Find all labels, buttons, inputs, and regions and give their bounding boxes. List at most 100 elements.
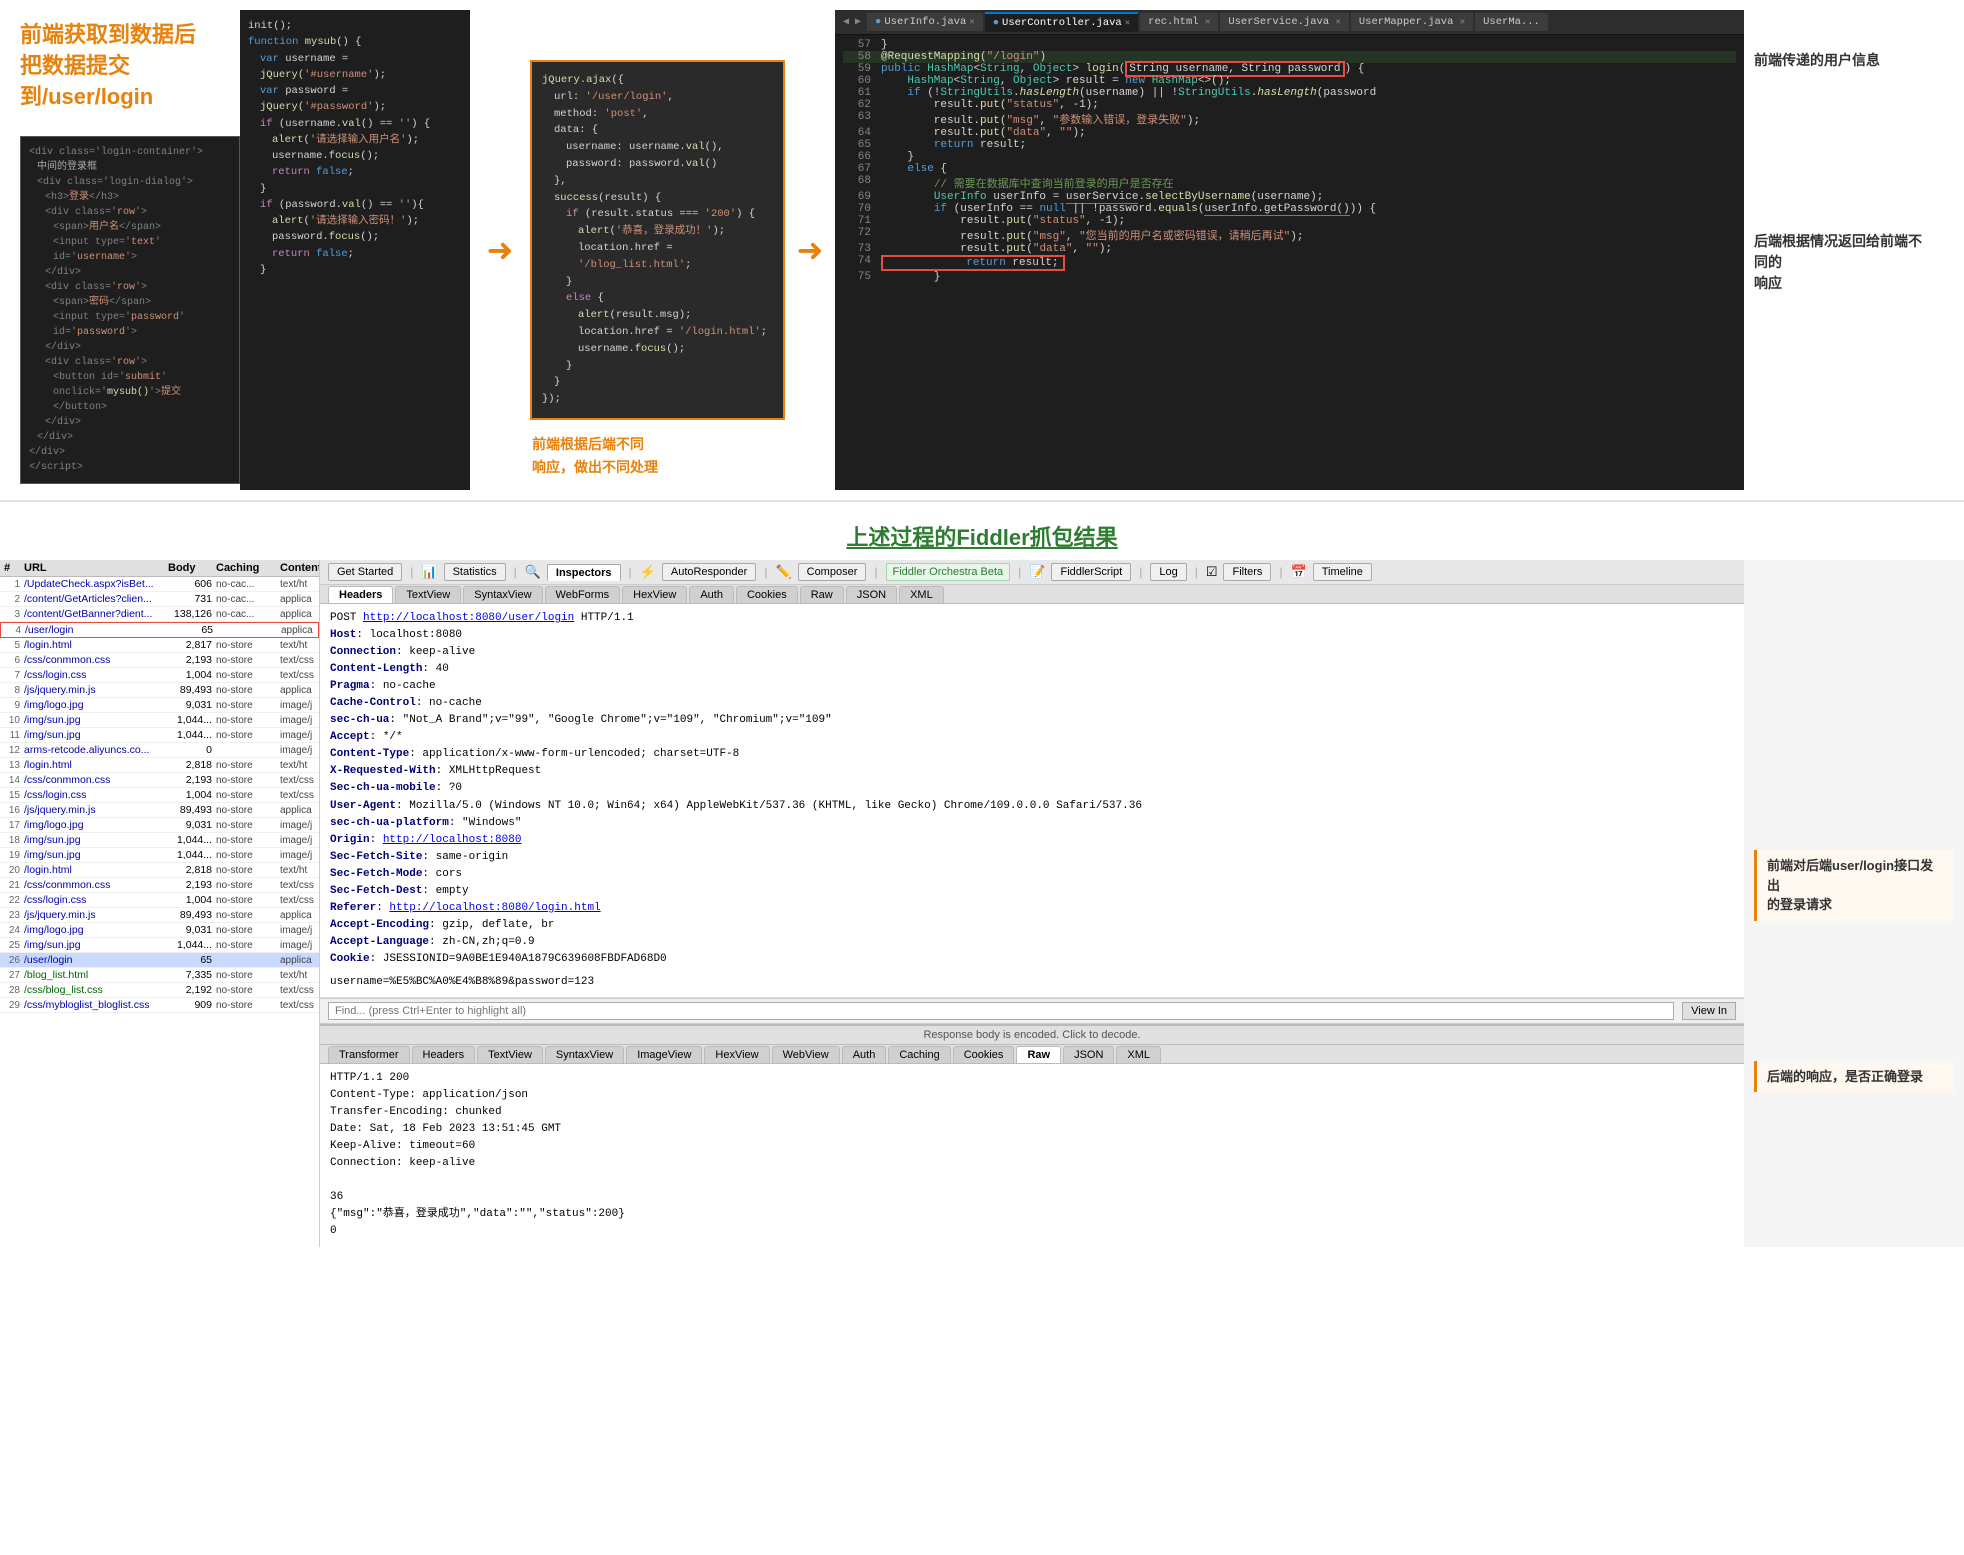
list-item[interactable]: 8 /js/jquery.min.js 89,493 no-store appl…	[0, 683, 319, 698]
list-item[interactable]: 12 arms-retcode.aliyuncs.co... 0 image/j	[0, 743, 319, 758]
left-annotation-title: 前端获取到数据后 把数据提交 到/user/login	[20, 20, 240, 112]
header-sec-ch-ua-mobile: Sec-ch-ua-mobile: ?0	[330, 780, 1734, 797]
right-ann-2: 后端根据情况返回给前端不同的 响应	[1754, 231, 1934, 294]
tab-syntaxview[interactable]: SyntaxView	[463, 586, 542, 603]
resp-tab-auth[interactable]: Auth	[842, 1046, 887, 1063]
list-item[interactable]: 20 /login.html 2,818 no-store text/ht	[0, 863, 319, 878]
tab-xml[interactable]: XML	[899, 586, 944, 603]
list-item[interactable]: 28 /css/blog_list.css 2,192 no-store tex…	[0, 983, 319, 998]
request-url-link[interactable]: http://localhost:8080/user/login	[363, 612, 574, 624]
tab-userinfo[interactable]: ● UserInfo.java ✕	[867, 13, 983, 31]
java-code-panel: ◀ ▶ ● UserInfo.java ✕ ● UserController.j…	[835, 10, 1744, 490]
header-origin: Origin: http://localhost:8080	[330, 832, 1734, 849]
list-item[interactable]: 10 /img/sun.jpg 1,044... no-store image/…	[0, 713, 319, 728]
fiddler-section: # URL Body Caching Content-T... 1 /Updat…	[0, 560, 1964, 1247]
resp-tab-imageview[interactable]: ImageView	[626, 1046, 702, 1063]
resp-line-content-type: Content-Type: application/json	[330, 1087, 1734, 1104]
list-item[interactable]: 21 /css/conmmon.css 2,193 no-store text/…	[0, 878, 319, 893]
tab-hexview[interactable]: HexView	[622, 586, 687, 603]
list-item[interactable]: 4 /user/login 65 applica	[0, 622, 319, 638]
list-item[interactable]: 1 /UpdateCheck.aspx?isBet... 606 no-cac.…	[0, 577, 319, 592]
resp-tab-json[interactable]: JSON	[1063, 1046, 1114, 1063]
left-code-panel: init(); function mysub() { var username …	[240, 10, 470, 490]
resp-tab-caching[interactable]: Caching	[888, 1046, 950, 1063]
list-item[interactable]: 11 /img/sun.jpg 1,044... no-store image/…	[0, 728, 319, 743]
fiddler-request-annotation: 前端对后端user/login接口发出 的登录请求	[1754, 850, 1954, 921]
referer-link[interactable]: http://localhost:8080/login.html	[389, 902, 600, 914]
resp-tab-raw[interactable]: Raw	[1016, 1046, 1061, 1063]
list-item[interactable]: 7 /css/login.css 1,004 no-store text/css	[0, 668, 319, 683]
tab-raw[interactable]: Raw	[800, 586, 844, 603]
resp-tab-xml[interactable]: XML	[1116, 1046, 1161, 1063]
right-ann-1: 前端传递的用户信息	[1754, 50, 1934, 71]
tab-webforms[interactable]: WebForms	[545, 586, 621, 603]
resp-tab-hexview[interactable]: HexView	[704, 1046, 769, 1063]
jquery-ajax-code-panel: jQuery.ajax({ url: '/user/login', method…	[530, 60, 785, 420]
list-item[interactable]: 24 /img/logo.jpg 9,031 no-store image/j	[0, 923, 319, 938]
header-sec-fetch-dest: Sec-Fetch-Dest: empty	[330, 883, 1734, 900]
resp-line-transfer-encoding: Transfer-Encoding: chunked	[330, 1104, 1734, 1121]
view-in-button[interactable]: View In	[1682, 1002, 1736, 1020]
tab-userma[interactable]: UserMa...	[1475, 13, 1548, 31]
fiddler-script-btn[interactable]: FiddlerScript	[1051, 563, 1131, 581]
origin-link[interactable]: http://localhost:8080	[383, 834, 522, 846]
request-first-line: POST http://localhost:8080/user/login HT…	[330, 610, 1734, 627]
list-item[interactable]: 16 /js/jquery.min.js 89,493 no-store app…	[0, 803, 319, 818]
tab-usermapper[interactable]: UserMapper.java ✕	[1351, 13, 1473, 31]
list-item[interactable]: 5 /login.html 2,817 no-store text/ht	[0, 638, 319, 653]
autoresponder-btn[interactable]: AutoResponder	[662, 563, 756, 581]
tab-cookies[interactable]: Cookies	[736, 586, 798, 603]
tab-auth[interactable]: Auth	[689, 586, 734, 603]
list-item[interactable]: 9 /img/logo.jpg 9,031 no-store image/j	[0, 698, 319, 713]
list-item[interactable]: 13 /login.html 2,818 no-store text/ht	[0, 758, 319, 773]
tab-headers[interactable]: Headers	[328, 586, 393, 603]
header-connection: Connection: keep-alive	[330, 644, 1734, 661]
filters-icon: ☑	[1206, 564, 1218, 580]
list-item[interactable]: 23 /js/jquery.min.js 89,493 no-store app…	[0, 908, 319, 923]
tab-usercontroller[interactable]: ● UserController.java ✕	[985, 12, 1138, 32]
list-item[interactable]: 2 /content/GetArticles?clien... 731 no-c…	[0, 592, 319, 607]
timeline-btn[interactable]: Timeline	[1313, 563, 1372, 581]
list-item[interactable]: 17 /img/logo.jpg 9,031 no-store image/j	[0, 818, 319, 833]
composer-btn[interactable]: Composer	[798, 563, 867, 581]
list-item[interactable]: 26 /user/login 65 applica	[0, 953, 319, 968]
find-input[interactable]	[328, 1002, 1674, 1020]
list-item[interactable]: 18 /img/sun.jpg 1,044... no-store image/…	[0, 833, 319, 848]
list-item[interactable]: 6 /css/conmmon.css 2,193 no-store text/c…	[0, 653, 319, 668]
header-referer: Referer: http://localhost:8080/login.htm…	[330, 900, 1734, 917]
response-decode-header[interactable]: Response body is encoded. Click to decod…	[320, 1024, 1744, 1045]
header-x-requested-with: X-Requested-With: XMLHttpRequest	[330, 763, 1734, 780]
inspectors-icon: 🔍	[525, 564, 541, 580]
statistics-btn[interactable]: Statistics	[444, 563, 506, 581]
inspectors-btn[interactable]: Inspectors	[547, 564, 621, 581]
header-content-length: Content-Length: 40	[330, 661, 1734, 678]
get-started-btn[interactable]: Get Started	[328, 563, 402, 581]
list-item[interactable]: 25 /img/sun.jpg 1,044... no-store image/…	[0, 938, 319, 953]
fiddler-annotation-column: 前端对后端user/login接口发出 的登录请求 后端的响应，是否正确登录	[1744, 560, 1964, 1247]
list-item[interactable]: 22 /css/login.css 1,004 no-store text/cs…	[0, 893, 319, 908]
filters-btn[interactable]: Filters	[1223, 563, 1271, 581]
resp-tab-headers[interactable]: Headers	[412, 1046, 476, 1063]
list-item[interactable]: 14 /css/conmmon.css 2,193 no-store text/…	[0, 773, 319, 788]
tab-textview[interactable]: TextView	[395, 586, 461, 603]
header-cache-control: Cache-Control: no-cache	[330, 695, 1734, 712]
html-code-panel: <div class='login-container'> 中间的登录框 <di…	[20, 136, 240, 484]
list-item[interactable]: 3 /content/GetBanner?dient... 138,126 no…	[0, 607, 319, 622]
resp-tab-textview[interactable]: TextView	[477, 1046, 543, 1063]
list-item[interactable]: 15 /css/login.css 1,004 no-store text/cs…	[0, 788, 319, 803]
response-content: HTTP/1.1 200 Content-Type: application/j…	[320, 1064, 1744, 1246]
log-btn[interactable]: Log	[1150, 563, 1186, 581]
resp-tab-cookies[interactable]: Cookies	[953, 1046, 1015, 1063]
resp-tab-webview[interactable]: WebView	[772, 1046, 840, 1063]
fiddler-request-list[interactable]: # URL Body Caching Content-T... 1 /Updat…	[0, 560, 320, 1247]
tab-json[interactable]: JSON	[846, 586, 897, 603]
resp-tab-syntaxview[interactable]: SyntaxView	[545, 1046, 624, 1063]
list-item[interactable]: 29 /css/mybloglist_bloglist.css 909 no-s…	[0, 998, 319, 1013]
resp-tab-transformer[interactable]: Transformer	[328, 1046, 410, 1063]
list-item[interactable]: 19 /img/sun.jpg 1,044... no-store image/…	[0, 848, 319, 863]
tab-userservice[interactable]: UserService.java ✕	[1220, 13, 1349, 31]
statistics-icon: 📊	[421, 564, 437, 580]
fo-beta-btn[interactable]: Fiddler Orchestra Beta	[886, 563, 1011, 581]
tab-rec[interactable]: rec.html ✕	[1140, 13, 1218, 31]
list-item[interactable]: 27 /blog_list.html 7,335 no-store text/h…	[0, 968, 319, 983]
